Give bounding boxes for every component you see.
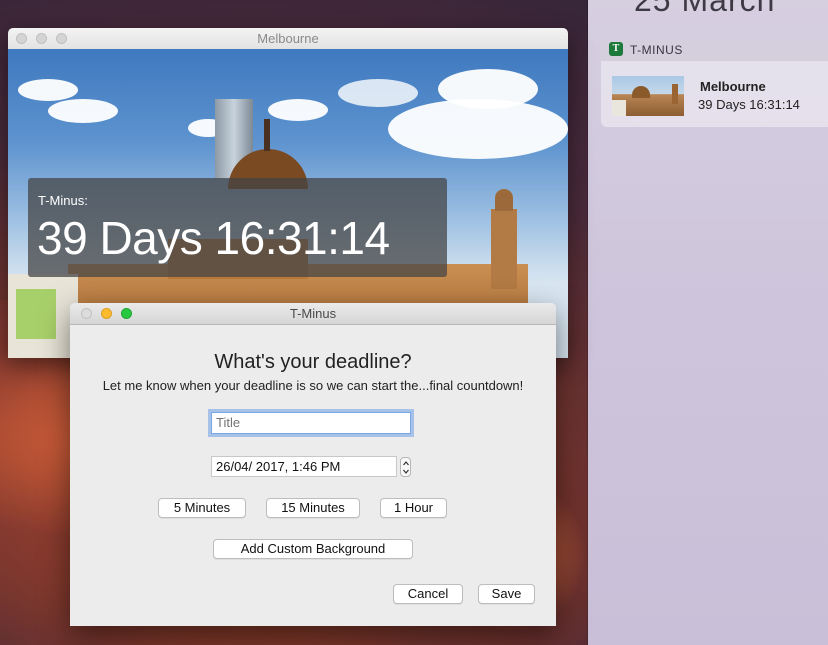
five-minutes-button[interactable]: 5 Minutes bbox=[158, 498, 246, 518]
t-minus-app-icon: T bbox=[609, 42, 623, 56]
dialog-title: T-Minus bbox=[289, 306, 337, 321]
deadline-heading: What's your deadline? bbox=[214, 351, 412, 373]
melbourne-titlebar[interactable]: Melbourne bbox=[8, 28, 568, 50]
notification-thumbnail bbox=[612, 76, 684, 116]
countdown-display: 39 Days 16:31:14 bbox=[37, 212, 390, 264]
notification-header: T T-MINUS bbox=[601, 39, 828, 61]
notification-app-name: T-MINUS bbox=[630, 43, 683, 57]
countdown-label: T-Minus: bbox=[38, 193, 88, 208]
countdown-overlay: T-Minus: 39 Days 16:31:14 bbox=[28, 178, 447, 277]
dialog-titlebar[interactable]: T-Minus bbox=[70, 303, 556, 325]
one-hour-button[interactable]: 1 Hour bbox=[380, 498, 447, 518]
notification-title: Melbourne bbox=[700, 79, 766, 94]
fifteen-minutes-button[interactable]: 15 Minutes bbox=[266, 498, 360, 518]
date-stepper[interactable] bbox=[400, 457, 411, 477]
save-button[interactable]: Save bbox=[478, 584, 535, 604]
deadline-subheading: Let me know when your deadline is so we … bbox=[102, 378, 524, 393]
add-custom-background-button[interactable]: Add Custom Background bbox=[213, 539, 413, 559]
notification-card[interactable]: T T-MINUS Melbourne 39 Days 16:31:14 bbox=[601, 39, 828, 127]
t-minus-dialog: T-Minus What's your deadline? Let me kno… bbox=[70, 303, 556, 626]
window-title: Melbourne bbox=[257, 31, 319, 46]
title-input[interactable] bbox=[211, 412, 411, 434]
notification-body: 39 Days 16:31:14 bbox=[698, 97, 800, 112]
notification-center-date: 25 March bbox=[634, 0, 776, 18]
date-time-picker[interactable]: 26/04/ 2017, 1:46 PM bbox=[211, 456, 397, 477]
stepper-arrows-icon bbox=[403, 461, 409, 474]
cancel-button[interactable]: Cancel bbox=[393, 584, 463, 604]
